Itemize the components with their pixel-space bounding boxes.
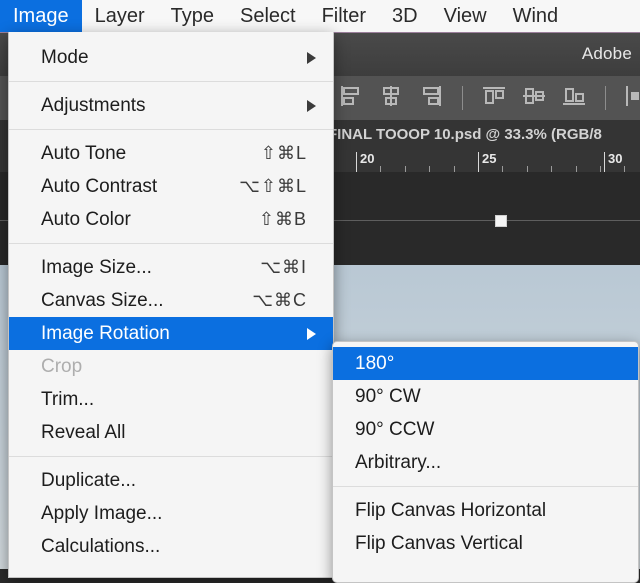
menubar-item-layer[interactable]: Layer (82, 0, 158, 32)
menu-item-label: Crop (41, 355, 83, 377)
menu-item-shortcut: ⇧⌘L (260, 143, 307, 163)
menu-separator (9, 81, 333, 82)
ruler-major-tick (356, 152, 357, 172)
menubar-item-wind[interactable]: Wind (500, 0, 572, 32)
menu-item-shortcut: ⌥⌘I (260, 257, 307, 277)
alignment-tools-group (338, 84, 640, 112)
menu-item-image-size[interactable]: Image Size... ⌥⌘I (9, 251, 333, 284)
menu-item-label: Auto Color (41, 208, 131, 230)
menu-item-label: Mode (41, 46, 89, 68)
menu-item-auto-contrast[interactable]: Auto Contrast ⌥⇧⌘L (9, 170, 333, 203)
menu-item-label: 180° (355, 352, 395, 374)
menu-item-label: Reveal All (41, 421, 126, 443)
menu-item-auto-color[interactable]: Auto Color ⇧⌘B (9, 203, 333, 236)
menubar-item-label: Filter (321, 4, 367, 27)
menu-item-label: Auto Contrast (41, 175, 158, 197)
menu-item-apply-image[interactable]: Apply Image... (9, 497, 333, 530)
menu-item-label: Duplicate... (41, 469, 137, 491)
submenu-arrow-icon (307, 99, 316, 112)
menubar-item-label: Layer (94, 4, 145, 27)
align-bottom-edges-icon[interactable] (561, 84, 587, 113)
distribute-left-edges-icon[interactable] (624, 84, 640, 113)
image-menu-dropdown[interactable]: Mode Adjustments Auto Tone ⇧⌘L Auto Contrast… (8, 32, 334, 578)
menubar-item-label: View (443, 4, 487, 27)
submenu-item-flip-canvas-horizontal[interactable]: Flip Canvas Horizontal (333, 494, 638, 527)
menubar-item-label: Image (13, 4, 69, 27)
submenu-item-90-ccw[interactable]: 90° CCW (333, 413, 638, 446)
menubar-item-image[interactable]: Image (0, 0, 82, 32)
menu-item-label: Arbitrary... (355, 451, 442, 473)
ruler-label: 20 (360, 151, 375, 166)
menu-item-label: 90° CW (355, 385, 421, 407)
align-right-edges-icon[interactable] (418, 84, 444, 113)
submenu-item-flip-canvas-vertical[interactable]: Flip Canvas Vertical (333, 527, 638, 560)
menu-item-shortcut: ⌥⌘C (252, 290, 307, 310)
menu-item-label: Flip Canvas Vertical (355, 532, 523, 554)
app-title: Adobe (581, 44, 632, 63)
submenu-item-90-cw[interactable]: 90° CW (333, 380, 638, 413)
menu-item-auto-tone[interactable]: Auto Tone ⇧⌘L (9, 137, 333, 170)
menu-item-label: Auto Tone (41, 142, 127, 164)
submenu-item-180[interactable]: 180° (333, 347, 638, 380)
submenu-arrow-icon (307, 327, 316, 340)
align-left-edges-icon[interactable] (338, 84, 364, 113)
submenu-arrow-icon (307, 51, 316, 64)
menubar-item-type[interactable]: Type (158, 0, 227, 32)
menubar-item-label: Wind (512, 4, 559, 27)
menu-item-label: Image Size... (41, 256, 152, 278)
menu-item-label: Trim... (41, 388, 95, 410)
menu-item-mode[interactable]: Mode (9, 41, 333, 74)
submenu-separator (333, 486, 638, 487)
menu-item-duplicate[interactable]: Duplicate... (9, 464, 333, 497)
menu-item-label: Apply Image... (41, 502, 163, 524)
menu-item-label: Calculations... (41, 535, 161, 557)
menu-item-trim[interactable]: Trim... (9, 383, 333, 416)
submenu-item-arbitrary[interactable]: Arbitrary... (333, 446, 638, 479)
menu-item-shortcut: ⌥⇧⌘L (239, 176, 307, 196)
menu-item-shortcut: ⇧⌘B (258, 209, 307, 229)
menu-top-padding (9, 32, 333, 41)
menubar-item-view[interactable]: View (431, 0, 500, 32)
ruler-major-tick (604, 152, 605, 172)
menubar-item-select[interactable]: Select (227, 0, 309, 32)
align-vertical-centers-icon[interactable] (521, 84, 547, 113)
menu-item-image-rotation[interactable]: Image Rotation (9, 317, 333, 350)
ruler-major-tick (478, 152, 479, 172)
menu-item-label: Canvas Size... (41, 289, 164, 311)
toolbar-divider-2 (605, 86, 606, 110)
toolbar-divider (462, 86, 463, 110)
menu-item-label: 90° CCW (355, 418, 435, 440)
align-top-edges-icon[interactable] (481, 84, 507, 113)
menu-item-adjustments[interactable]: Adjustments (9, 89, 333, 122)
menubar-item-label: Select (239, 4, 296, 27)
menubar-item-label: 3D (392, 4, 418, 27)
menubar-item-filter[interactable]: Filter (309, 0, 379, 32)
align-horizontal-centers-icon[interactable] (378, 84, 404, 113)
canvas-transform-handle[interactable] (495, 215, 507, 227)
menubar-item-label: Type (170, 4, 214, 27)
menu-item-reveal-all[interactable]: Reveal All (9, 416, 333, 449)
menu-separator (9, 456, 333, 457)
document-tab[interactable]: FINAL TOOOP 10.psd @ 33.3% (RGB/8 (318, 120, 612, 150)
ruler-label: 25 (482, 151, 497, 166)
menu-item-label: Image Rotation (41, 322, 170, 344)
menubar-item-3d[interactable]: 3D (379, 0, 431, 32)
menu-separator (9, 129, 333, 130)
menu-item-label: Flip Canvas Horizontal (355, 499, 547, 521)
image-rotation-submenu[interactable]: 180° 90° CW 90° CCW Arbitrary... Flip Canvas… (332, 341, 639, 583)
menu-item-label: Adjustments (41, 94, 146, 116)
menu-item-canvas-size[interactable]: Canvas Size... ⌥⌘C (9, 284, 333, 317)
menu-separator (9, 243, 333, 244)
menu-item-calculations[interactable]: Calculations... (9, 530, 333, 563)
menu-bar[interactable]: Image Layer Type Select Filter 3D View Wind (0, 0, 640, 33)
menu-item-crop: Crop (9, 350, 333, 383)
ruler-label: 30 (608, 151, 623, 166)
